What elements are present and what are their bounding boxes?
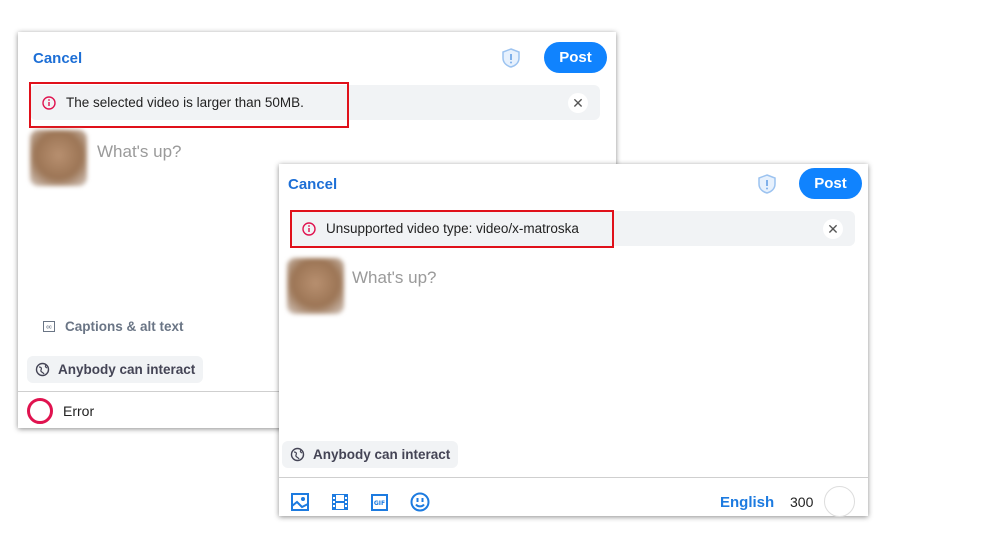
interaction-label: Anybody can interact	[313, 447, 451, 462]
avatar	[30, 130, 87, 186]
interaction-label: Anybody can interact	[58, 362, 196, 377]
captions-button[interactable]: cc Captions & alt text	[43, 319, 184, 334]
svg-text:GIF: GIF	[374, 500, 385, 507]
close-alert-button[interactable]: ✕	[568, 93, 588, 113]
post-input[interactable]: What's up?	[352, 268, 437, 288]
globe-icon	[35, 362, 50, 377]
svg-text:cc: cc	[46, 325, 52, 331]
post-button[interactable]: Post	[544, 42, 607, 73]
gif-icon[interactable]: GIF	[371, 494, 388, 511]
cancel-button[interactable]: Cancel	[33, 50, 82, 67]
post-input[interactable]: What's up?	[97, 142, 182, 162]
image-icon[interactable]	[291, 493, 309, 511]
post-button[interactable]: Post	[799, 168, 862, 199]
interaction-settings-button[interactable]: Anybody can interact	[27, 356, 204, 383]
shield-icon[interactable]	[756, 173, 778, 195]
highlight-box	[290, 210, 614, 248]
highlight-box	[29, 82, 349, 128]
divider	[279, 477, 868, 478]
avatar	[287, 258, 344, 314]
status-label: Error	[63, 403, 95, 419]
language-selector[interactable]: English	[720, 494, 774, 511]
error-progress-circle	[27, 398, 53, 424]
close-alert-button[interactable]: ✕	[823, 219, 843, 239]
shield-icon[interactable]	[500, 47, 522, 69]
cancel-button[interactable]: Cancel	[288, 176, 337, 193]
interaction-settings-button[interactable]: Anybody can interact	[282, 441, 459, 468]
globe-icon	[290, 447, 305, 462]
video-icon[interactable]	[331, 493, 349, 511]
captions-label: Captions & alt text	[65, 319, 184, 334]
captions-icon: cc	[43, 321, 55, 332]
emoji-icon[interactable]	[410, 492, 430, 512]
character-count: 300	[790, 494, 814, 510]
compose-dialog-front: Cancel Post Unsupported video type: vide…	[279, 164, 868, 517]
character-progress-circle	[824, 486, 855, 517]
